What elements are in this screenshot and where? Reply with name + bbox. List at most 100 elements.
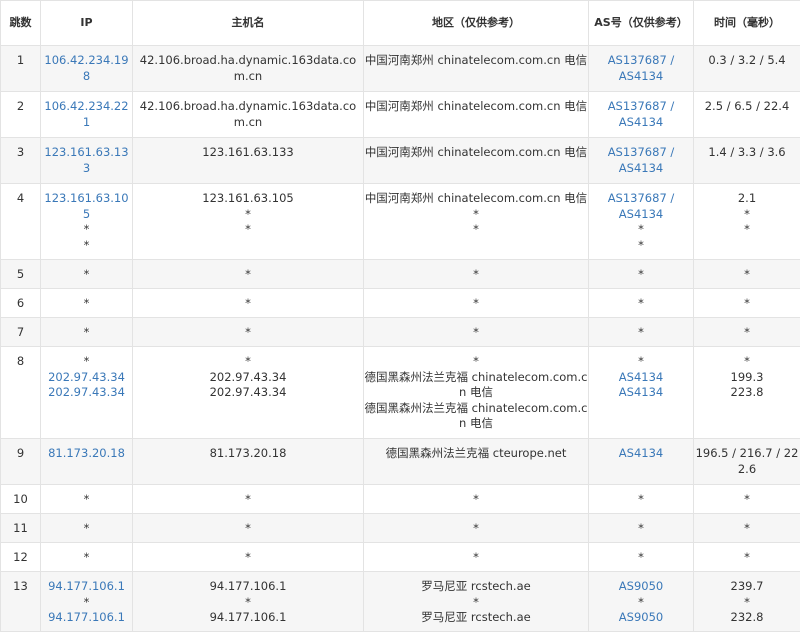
table-row: 10 * * * * * [0,484,800,514]
hostname-text: * [245,325,251,339]
hostname-text: 81.173.20.18 [209,446,287,460]
ip-link: * [83,325,90,339]
time-cell: * [693,513,800,543]
as-link[interactable]: AS9050 [589,579,693,595]
region-text: * [473,325,479,339]
as-cell: * [588,317,694,347]
time-cell: * [693,317,800,347]
region-text: * [473,521,479,535]
region-cell: * [363,317,589,347]
ip-link[interactable]: 94.177.106.1 [41,579,132,595]
table-row: 7 * * * * * [0,317,800,347]
table-row: 3 123.161.63.133 123.161.63.133 中国河南郑州 chin… [0,137,800,184]
as-link[interactable]: AS9050 [589,610,693,626]
hostname-cell: * 202.97.43.34 202.97.43.34 [132,346,364,439]
ip-link: * [83,521,90,535]
region-text: 德国黑森州法兰克福 chinatelecom.com.cn 电信 [364,400,588,431]
region-cell: * 德国黑森州法兰克福 chinatelecom.com.cn 电信 德国黑森州法兰… [363,346,589,439]
as-link[interactable]: AS4134 [589,115,693,131]
ip-link[interactable]: 94.177.106.1 [41,610,132,626]
time-cell: * 199.3 223.8 [693,346,800,439]
region-cell: 罗马尼亚 rcstech.ae * 罗马尼亚 rcstech.ae [363,571,589,632]
table-body: 1 106.42.234.198 42.106.broad.ha.dynamic.1… [0,45,800,632]
traceroute-table: 跳数 IP 主机名 地区（仅供参考） AS号（仅供参考） 时间（毫秒） 1 106… [0,0,800,632]
as-link[interactable]: AS4134 [589,370,693,386]
region-cell: 德国黑森州法兰克福 cteurope.net [363,438,589,485]
time-text: 239.7 [730,579,764,593]
ip-link[interactable]: 123.161.63.133 [41,145,132,176]
time-cell: * [693,484,800,514]
time-cell: * [693,288,800,318]
hop-cell: 13 [0,571,41,632]
as-link: * [638,237,644,252]
region-cell: 中国河南郑州 chinatelecom.com.cn 电信 [363,45,589,92]
ip-link: * [83,267,90,281]
hostname-cell: 81.173.20.18 [132,438,364,485]
region-cell: * [363,288,589,318]
as-link: * [638,267,644,281]
hostname-cell: 42.106.broad.ha.dynamic.163data.com.cn [132,91,364,138]
as-link: * [638,222,644,236]
hostname-cell: * [132,513,364,543]
hostname-text: 94.177.106.1 [209,579,287,593]
time-text: 1.4 / 3.3 / 3.6 [708,145,786,159]
as-link[interactable]: AS4134 [589,385,693,401]
as-cell: * [588,288,694,318]
time-cell: 1.4 / 3.3 / 3.6 [693,137,800,184]
as-link: * [638,550,644,564]
table-row: 5 * * * * * [0,259,800,289]
as-link[interactable]: AS4134 [589,446,693,462]
hop-cell: 10 [0,484,41,514]
time-text: * [744,521,750,535]
ip-cell: * [40,288,133,318]
ip-cell: * [40,317,133,347]
ip-link: * [83,594,90,609]
time-text: * [744,594,750,609]
hostname-cell: 94.177.106.1 * 94.177.106.1 [132,571,364,632]
hostname-text: * [245,222,251,236]
ip-link[interactable]: 202.97.43.34 [41,385,132,401]
table-row: 1 106.42.234.198 42.106.broad.ha.dynamic.1… [0,45,800,92]
ip-link[interactable]: 202.97.43.34 [41,370,132,386]
ip-cell: 106.42.234.221 [40,91,133,138]
table-header-row: 跳数 IP 主机名 地区（仅供参考） AS号（仅供参考） 时间（毫秒） [0,0,800,46]
hop-cell: 5 [0,259,41,289]
ip-link[interactable]: 123.161.63.105 [41,191,132,222]
ip-link: * [83,492,90,506]
ip-link[interactable]: 106.42.234.221 [41,99,132,130]
as-link[interactable]: AS137687 / [589,145,693,161]
as-link[interactable]: AS4134 [589,161,693,177]
ip-cell: * [40,259,133,289]
as-link: * [638,296,644,310]
hostname-text: * [245,521,251,535]
hop-cell: 12 [0,542,41,572]
as-link[interactable]: AS137687 / [589,99,693,115]
hop-cell: 6 [0,288,41,318]
ip-link[interactable]: 81.173.20.18 [41,446,132,462]
time-text: * [744,267,750,281]
as-link[interactable]: AS137687 / [589,53,693,69]
hostname-text: 42.106.broad.ha.dynamic.163data.com.cn [139,99,357,129]
region-text: * [473,206,479,221]
ip-cell: * [40,484,133,514]
time-cell: * [693,259,800,289]
ip-link[interactable]: 106.42.234.198 [41,53,132,84]
region-text: 罗马尼亚 rcstech.ae [421,579,531,593]
hostname-cell: * [132,259,364,289]
ip-link: * [83,354,90,368]
hostname-text: * [245,206,251,221]
hostname-text: 202.97.43.34 [209,369,287,384]
as-link[interactable]: AS4134 [589,69,693,85]
hop-cell: 1 [0,45,41,92]
time-text: 232.8 [730,610,764,624]
region-text: 中国河南郑州 chinatelecom.com.cn 电信 [364,53,588,67]
as-link[interactable]: AS4134 [589,207,693,223]
ip-link: * [83,222,90,236]
as-cell: AS9050 * AS9050 [588,571,694,632]
hop-cell: 4 [0,183,41,260]
time-text: 0.3 / 3.2 / 5.4 [708,53,786,67]
col-header-ip: IP [40,0,133,46]
ip-cell: 81.173.20.18 [40,438,133,485]
as-link[interactable]: AS137687 / [589,191,693,207]
as-cell: AS137687 /AS4134 [588,137,694,184]
